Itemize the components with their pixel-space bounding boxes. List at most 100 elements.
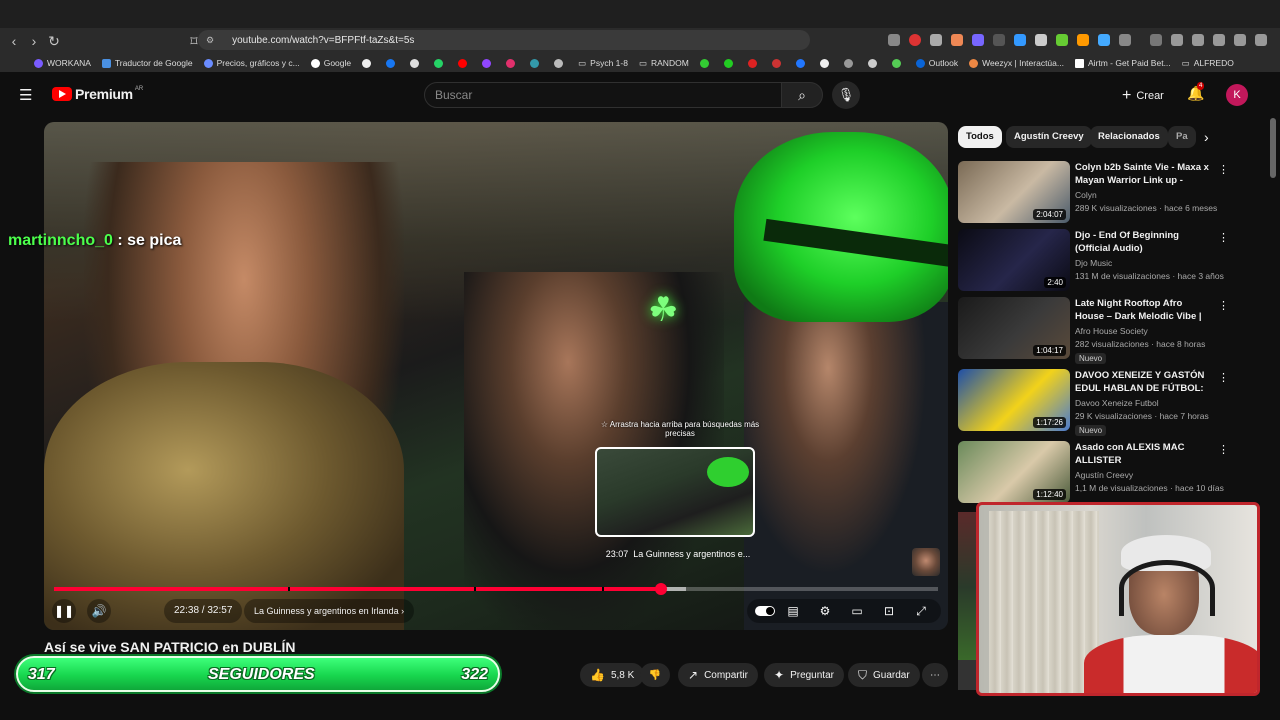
extension-icon[interactable] — [993, 34, 1005, 46]
bookmark-item[interactable] — [482, 58, 495, 68]
subtitles-button[interactable]: ▤ — [781, 599, 805, 623]
recommendation-thumbnail[interactable]: 1:04:17 — [958, 297, 1070, 359]
recommendation-item[interactable]: 1:17:26 DAVOO XENEIZE Y GASTÓN EDUL HABLA… — [958, 369, 1229, 436]
recommendation-channel[interactable]: Agustín Creevy — [1075, 470, 1133, 480]
bookmark-item[interactable] — [723, 58, 737, 68]
autoplay-toggle[interactable] — [755, 606, 775, 616]
bookmark-item[interactable] — [747, 58, 761, 68]
bookmark-item[interactable]: Outlook — [915, 58, 958, 68]
extension-icon[interactable] — [1077, 34, 1089, 46]
more-icon[interactable]: ⋮ — [1218, 299, 1229, 312]
recommendation-thumbnail[interactable]: 1:17:26 — [958, 369, 1070, 431]
progress-bar[interactable] — [54, 583, 938, 595]
search-button[interactable]: ⌕ — [781, 82, 823, 108]
extension-icon[interactable] — [1056, 34, 1068, 46]
volume-button[interactable]: 🔊 — [87, 599, 111, 623]
bookmark-item[interactable] — [434, 58, 447, 68]
recommendation-title[interactable]: Asado con ALEXIS MAC ALLISTER — [1075, 441, 1211, 467]
save-button[interactable]: ⛉ Guardar — [848, 663, 920, 687]
address-bar[interactable]: ⚙ youtube.com/watch?v=BFPFtf-taZs&t=5s — [198, 30, 810, 50]
scrollbar-thumb[interactable] — [1270, 118, 1276, 178]
voice-search-button[interactable]: 🎙 — [832, 81, 860, 109]
bookmark-folder[interactable]: ▭ ALFREDO — [1182, 58, 1234, 69]
bookmark-item[interactable] — [530, 58, 543, 68]
extension-icon[interactable] — [1014, 34, 1026, 46]
menu-icon[interactable]: ☰ — [19, 86, 32, 104]
recommendation-channel[interactable]: Davoo Xeneize Futbol — [1075, 398, 1159, 408]
bookmark-item[interactable] — [410, 58, 423, 68]
forward-icon[interactable]: › — [24, 31, 44, 51]
bookmark-item[interactable] — [891, 58, 905, 68]
bookmark-item[interactable] — [819, 58, 833, 68]
bookmark-folder[interactable]: ▭ RANDOM — [639, 58, 689, 69]
bookmark-item[interactable]: Traductor de Google — [101, 58, 193, 68]
extension-icon[interactable] — [1150, 34, 1162, 46]
share-button[interactable]: ↗ Compartir — [678, 663, 758, 687]
recommendation-title[interactable]: Late Night Rooftop Afro House – Dark Mel… — [1075, 297, 1211, 323]
cast-button[interactable]: ⊡ — [877, 599, 901, 623]
recommendation-item[interactable]: 1:12:40 Asado con ALEXIS MAC ALLISTER Agus… — [958, 441, 1229, 507]
bookmark-item[interactable]: WORKANA — [34, 58, 91, 68]
more-icon[interactable]: ⋮ — [1218, 371, 1229, 384]
like-button[interactable]: 👍 5,8 K — [580, 663, 645, 687]
extension-icon[interactable] — [1213, 34, 1225, 46]
chapter-button[interactable]: La Guinness y argentinos en Irlanda › — [244, 599, 415, 623]
scrollbar[interactable] — [1270, 118, 1276, 688]
extension-icon[interactable] — [1098, 34, 1110, 46]
extension-icon[interactable] — [951, 34, 963, 46]
extension-icon[interactable] — [1192, 34, 1204, 46]
more-icon[interactable]: ⋮ — [1218, 231, 1229, 244]
extension-icon[interactable] — [1119, 34, 1131, 46]
notifications-button[interactable]: 🔔 4 — [1187, 82, 1204, 102]
recommendation-title[interactable]: DAVOO XENEIZE Y GASTÓN EDUL HABLAN DE FÚ… — [1075, 369, 1211, 395]
more-actions-button[interactable]: ⋯ — [922, 663, 948, 687]
chip-agustin-creevy[interactable]: Agustín Creevy — [1006, 126, 1092, 148]
search-input[interactable]: Buscar — [424, 82, 782, 108]
bookmark-item[interactable]: Precios, gráficos y c... — [203, 58, 300, 68]
recommendation-thumbnail[interactable] — [958, 660, 976, 690]
avatar[interactable]: K — [1226, 84, 1248, 106]
bookmark-item[interactable] — [771, 58, 785, 68]
more-icon[interactable]: ⋮ — [1218, 443, 1229, 456]
recommendation-item[interactable]: 2:04:07 Colyn b2b Sainte Vie - Maxa x May… — [958, 161, 1229, 227]
extension-icon[interactable] — [909, 34, 921, 46]
bookmark-item[interactable]: Weezyx | Interactúa... — [969, 58, 1064, 68]
chip-relacionados[interactable]: Relacionados — [1090, 126, 1168, 148]
recommendation-item[interactable]: 2:40 Djo - End Of Beginning (Official Aud… — [958, 229, 1229, 295]
bookmark-item[interactable] — [699, 58, 713, 68]
reload-icon[interactable]: ↻ — [44, 31, 64, 51]
bookmark-item[interactable] — [362, 58, 375, 68]
extension-icon[interactable] — [972, 34, 984, 46]
bookmark-item[interactable] — [458, 58, 471, 68]
settings-button[interactable]: ⚙ — [813, 599, 837, 623]
recommendation-thumbnail[interactable] — [958, 512, 976, 662]
site-info-icon[interactable]: ⚙ — [206, 35, 214, 46]
video-player[interactable]: ☘ — [44, 122, 948, 630]
extension-icon[interactable] — [1255, 34, 1267, 46]
extension-icon[interactable] — [1035, 34, 1047, 46]
bookmark-item[interactable]: Google — [310, 58, 351, 68]
bookmark-item[interactable] — [795, 58, 809, 68]
extension-icon[interactable] — [930, 34, 942, 46]
recommendation-thumbnail[interactable]: 1:12:40 — [958, 441, 1070, 503]
recommendation-title[interactable]: Djo - End Of Beginning (Official Audio) — [1075, 229, 1211, 255]
bookmark-item[interactable] — [867, 58, 881, 68]
recommendation-channel[interactable]: Djo Music — [1075, 258, 1112, 268]
recommendation-channel[interactable]: Afro House Society — [1075, 326, 1148, 336]
recommendation-channel[interactable]: Colyn — [1075, 190, 1097, 200]
recommendation-thumbnail[interactable]: 2:40 — [958, 229, 1070, 291]
extension-icon[interactable] — [1171, 34, 1183, 46]
ask-button[interactable]: ✦ Preguntar — [764, 663, 844, 687]
chip-more[interactable]: Pa — [1168, 126, 1196, 148]
extension-icon[interactable] — [1234, 34, 1246, 46]
recommendation-item[interactable]: 1:04:17 Late Night Rooftop Afro House – D… — [958, 297, 1229, 364]
recommendation-thumbnail[interactable]: 2:04:07 — [958, 161, 1070, 223]
bookmark-item[interactable] — [843, 58, 857, 68]
bookmark-item[interactable] — [554, 58, 567, 68]
theater-mode-button[interactable]: ▭ — [845, 599, 869, 623]
pause-button[interactable]: ❚❚ — [52, 599, 76, 623]
chevron-right-icon[interactable]: › — [1204, 129, 1209, 145]
back-icon[interactable]: ‹ — [4, 31, 24, 51]
recommendation-title[interactable]: Colyn b2b Sainte Vie - Maxa x Mayan Warr… — [1075, 161, 1211, 187]
youtube-logo[interactable]: Premium AR — [52, 86, 143, 102]
